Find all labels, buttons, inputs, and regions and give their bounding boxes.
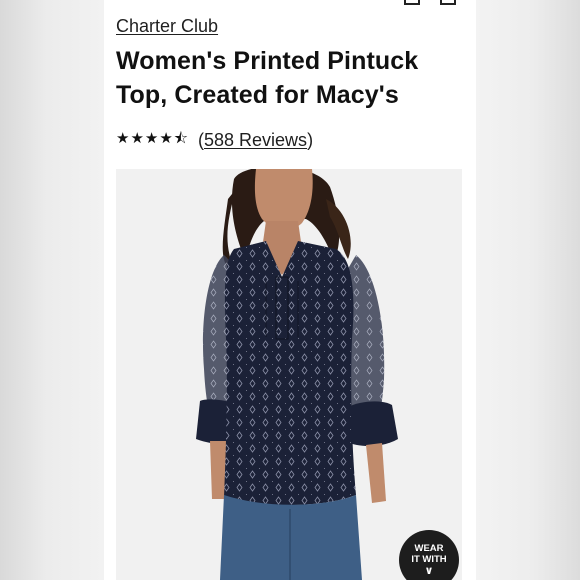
product-title: Women's Printed Pintuck Top, Created for… xyxy=(116,47,419,109)
star-rating-icon: ★★★★⯪ xyxy=(116,129,189,147)
chevron-down-icon: ∨ xyxy=(424,565,434,577)
brand-link[interactable]: Charter Club xyxy=(116,16,218,37)
product-photo-illustration xyxy=(196,169,398,580)
reviews-link[interactable]: (588 Reviews) xyxy=(198,130,313,151)
reviews-count: 588 Reviews xyxy=(204,129,308,150)
wear-it-with-button[interactable]: WEAR IT WITH ∨ xyxy=(399,530,459,580)
product-image[interactable]: WEAR IT WITH ∨ xyxy=(116,169,462,580)
blurred-background-right xyxy=(476,0,580,580)
bag-icon[interactable] xyxy=(440,0,456,5)
product-page: Charter Club Women's Printed Pintuck Top… xyxy=(104,0,476,580)
rating-row[interactable]: ★★★★⯪ (588 Reviews) xyxy=(116,127,313,153)
share-icon[interactable] xyxy=(403,0,420,5)
top-toolbar xyxy=(388,0,456,5)
blurred-background-left xyxy=(0,0,104,580)
